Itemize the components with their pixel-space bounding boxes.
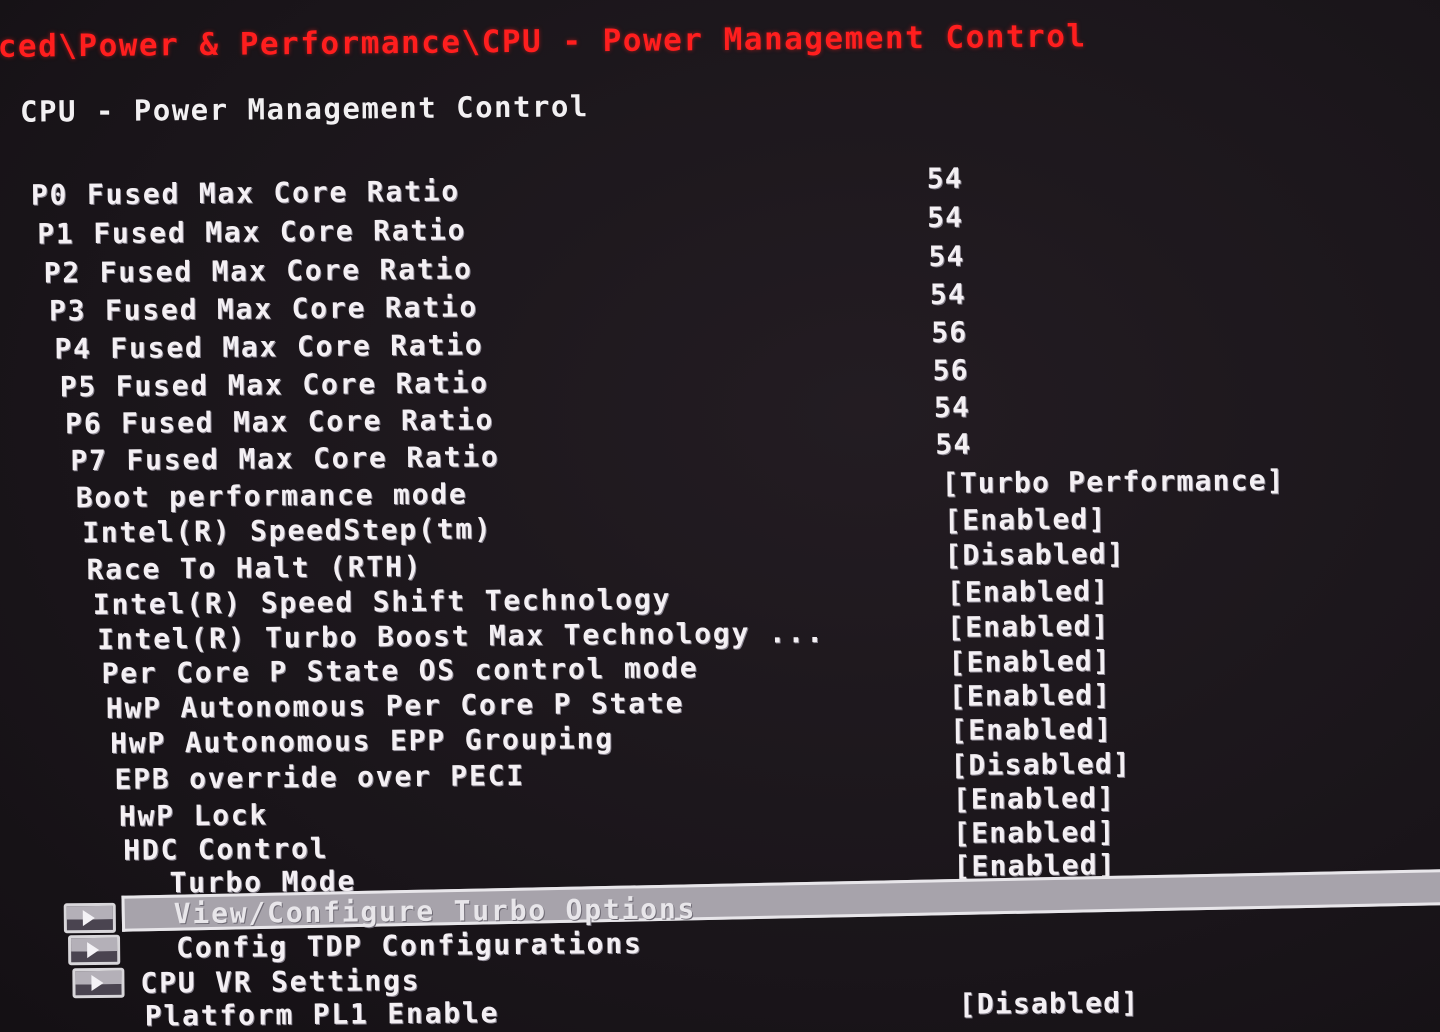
setting-label: Boot performance mode xyxy=(75,477,468,515)
submenu-expand-button[interactable] xyxy=(67,934,121,966)
setting-value[interactable]: [Enabled] xyxy=(948,644,1111,679)
setting-value[interactable]: [Enabled] xyxy=(953,815,1116,850)
submenu-expand-button[interactable] xyxy=(72,967,125,999)
setting-value[interactable]: [Disabled] xyxy=(944,537,1125,572)
page-title: CPU - Power Management Control xyxy=(19,89,590,129)
setting-label: P2 Fused Max Core Ratio xyxy=(43,252,473,290)
setting-value: 54 xyxy=(929,277,967,311)
submenu-expand-button[interactable] xyxy=(63,902,116,934)
submenu-arrow-icon xyxy=(82,910,95,927)
submenu-label: View/Configure Turbo Options xyxy=(173,892,697,931)
setting-label: P6 Fused Max Core Ratio xyxy=(64,403,495,441)
setting-value[interactable]: [Enabled] xyxy=(944,502,1107,537)
setting-value: 54 xyxy=(933,390,971,424)
setting-value[interactable]: [Enabled] xyxy=(947,574,1110,609)
setting-label: Platform PL1 Enable xyxy=(144,996,500,1032)
setting-label: EPB override over PECI xyxy=(114,758,526,796)
setting-value[interactable]: [Disabled] xyxy=(959,986,1140,1021)
setting-value: 54 xyxy=(928,239,965,273)
bios-screen: anced\Power & Performance\CPU - Power Ma… xyxy=(0,0,1440,1032)
setting-label: P0 Fused Max Core Ratio xyxy=(30,174,461,212)
setting-label: P3 Fused Max Core Ratio xyxy=(48,290,479,328)
setting-value: 54 xyxy=(926,161,964,195)
setting-label: P1 Fused Max Core Ratio xyxy=(37,213,467,251)
setting-label: Per Core P State OS control mode xyxy=(101,651,699,690)
setting-label: Intel(R) Speed Shift Technology xyxy=(92,582,672,622)
submenu-arrow-icon xyxy=(91,974,104,992)
setting-label: HwP Lock xyxy=(118,798,269,833)
setting-label: P4 Fused Max Core Ratio xyxy=(54,328,484,366)
setting-value: 56 xyxy=(932,353,969,387)
setting-value[interactable]: [Turbo Performance] xyxy=(942,464,1285,500)
setting-value[interactable]: [Enabled] xyxy=(949,678,1112,713)
setting-value[interactable]: [Enabled] xyxy=(953,781,1116,816)
breadcrumb: anced\Power & Performance\CPU - Power Ma… xyxy=(0,18,1087,66)
setting-value[interactable]: [Enabled] xyxy=(947,609,1110,644)
submenu-label: Config TDP Configurations xyxy=(175,926,643,965)
setting-label: HwP Autonomous Per Core P State xyxy=(105,686,685,725)
setting-label: HwP Autonomous EPP Grouping xyxy=(109,722,615,760)
setting-label: Intel(R) SpeedStep(tm) xyxy=(81,512,493,550)
setting-label: P7 Fused Max Core Ratio xyxy=(70,440,500,478)
setting-value[interactable]: [Enabled] xyxy=(950,712,1113,747)
setting-label: HDC Control xyxy=(123,831,329,867)
setting-value[interactable]: [Disabled] xyxy=(950,747,1131,782)
setting-label: P5 Fused Max Core Ratio xyxy=(59,366,489,404)
setting-label: Race To Halt (RTH) xyxy=(86,549,423,587)
submenu-arrow-icon xyxy=(87,941,100,959)
submenu-label: CPU VR Settings xyxy=(140,963,421,1000)
setting-label: Intel(R) Turbo Boost Max Technology ... xyxy=(96,616,825,656)
setting-value: 54 xyxy=(935,427,972,461)
setting-value: 56 xyxy=(931,315,968,349)
setting-value: 54 xyxy=(926,200,964,234)
